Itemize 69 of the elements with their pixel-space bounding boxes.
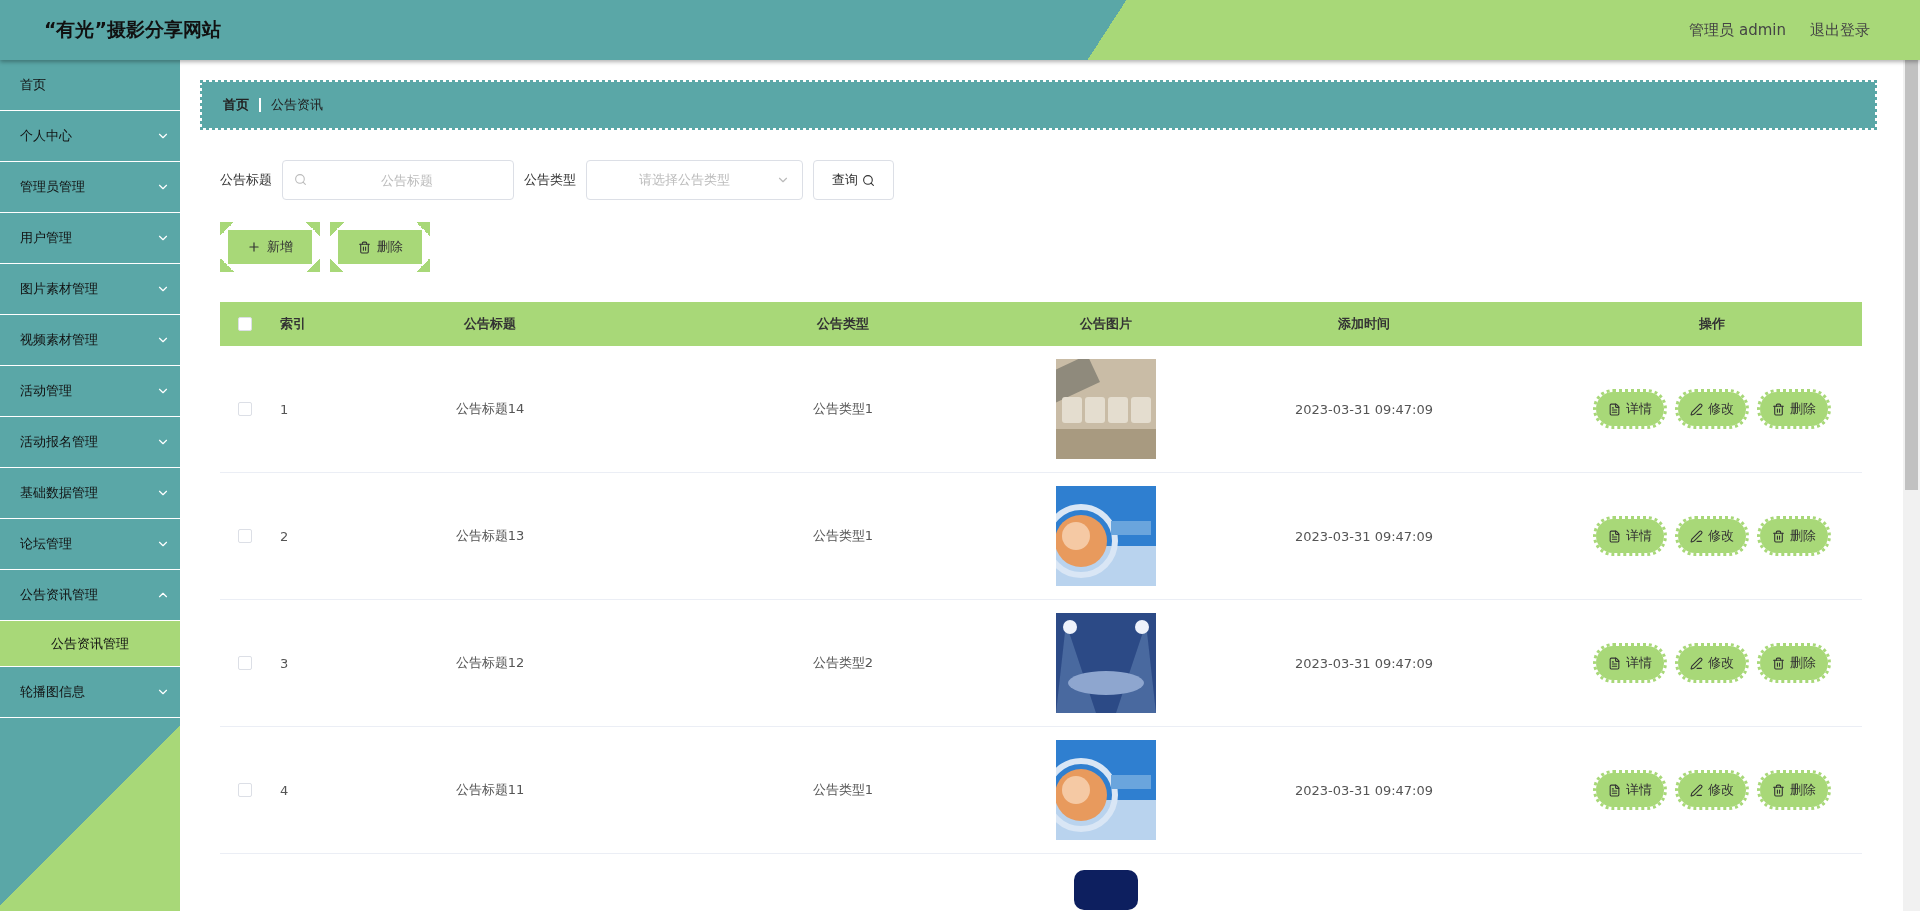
column-header: 索引 [279,315,307,333]
details-button[interactable]: 详情 [1593,770,1667,810]
pen-icon [1690,656,1703,670]
row-checkbox[interactable] [238,783,252,797]
table-cell-text: 2 [279,528,290,544]
trash-icon [1772,656,1785,670]
query-button[interactable]: 查询 [813,160,894,200]
column-header: 公告图片 [1079,315,1133,333]
breadcrumb-item[interactable]: 首页 [223,96,249,114]
logout-link[interactable]: 退出登录 [1810,20,1870,40]
table-cell-text: 公告类型1 [811,781,875,799]
field-label: 公告标题 [220,171,272,189]
delete-button[interactable]: 删除 [330,222,430,272]
title-search-field[interactable]: 公告标题 [282,160,514,200]
trash-icon [1772,529,1785,543]
document-icon [1608,402,1621,416]
edit-button[interactable]: 修改 [1675,516,1749,556]
row-checkbox[interactable] [238,656,252,670]
scrollbar[interactable] [1903,60,1920,911]
pen-icon [1690,402,1703,416]
sidebar-subitem[interactable]: 公告资讯管理 [0,621,180,667]
delete-button[interactable]: 删除 [1757,770,1831,810]
plus-icon [247,240,261,254]
document-icon [1608,529,1621,543]
pen-icon [1690,783,1703,797]
table-cell-text: 3 [279,655,290,671]
table-cell-text: 4 [279,782,290,798]
pen-icon [1690,529,1703,543]
table-cell-text: 公告标题13 [454,527,526,545]
details-button[interactable]: 详情 [1593,643,1667,683]
trash-icon [357,240,371,254]
search-icon [294,173,307,186]
details-button[interactable]: 详情 [1593,516,1667,556]
select-all-checkbox[interactable] [238,317,252,331]
table-cell-text: 1 [279,401,290,417]
document-icon [1608,783,1621,797]
table-cell-text: 公告类型2 [811,654,875,672]
edit-button[interactable]: 修改 [1675,770,1749,810]
trash-icon [1772,402,1785,416]
breadcrumb-item: 公告资讯 [271,96,323,114]
delete-button[interactable]: 删除 [1757,389,1831,429]
table-cell-text: 公告类型1 [811,400,875,418]
table-cell-text: 2023-03-31 09:47:09 [1293,655,1435,671]
table-cell-text: 2023-03-31 09:47:09 [1293,782,1435,798]
trash-icon [1772,783,1785,797]
document-icon [1608,656,1621,670]
table-cell-text: 2023-03-31 09:47:09 [1293,401,1435,417]
row-checkbox[interactable] [238,402,252,416]
table-cell-text: 公告标题12 [454,654,526,672]
edit-button[interactable]: 修改 [1675,389,1749,429]
table-cell-text: 公告类型1 [811,527,875,545]
column-header: 公告类型 [816,315,870,333]
user-name: 管理员 admin [1689,20,1786,40]
delete-button[interactable]: 删除 [1757,643,1831,683]
delete-button[interactable]: 删除 [1757,516,1831,556]
edit-button[interactable]: 修改 [1675,643,1749,683]
field-label: 公告类型 [524,171,576,189]
column-header: 添加时间 [1337,315,1391,333]
table-cell-text: 公告标题14 [454,400,526,418]
details-button[interactable]: 详情 [1593,389,1667,429]
add-button[interactable]: 新增 [220,222,320,272]
column-header: 公告标题 [463,315,517,333]
site-title: “有光”摄影分享网站 [44,17,221,42]
table-cell-text: 公告标题11 [454,781,526,799]
column-header: 操作 [1698,315,1726,333]
search-icon [862,173,875,187]
table-cell-text: 2023-03-31 09:47:09 [1293,528,1435,544]
scrollbar-thumb[interactable] [1905,60,1918,490]
row-checkbox[interactable] [238,529,252,543]
